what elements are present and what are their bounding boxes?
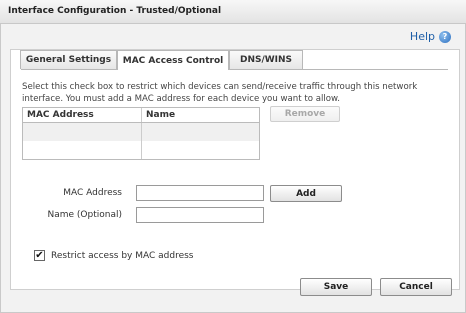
help-link[interactable]: Help ? [410, 30, 451, 43]
cancel-button-label: Cancel [399, 282, 433, 292]
save-button-label: Save [323, 282, 349, 292]
name-optional-label: Name (Optional) [47, 210, 123, 220]
dialog-body: Help ? General Settings MAC Access Contr… [0, 24, 466, 313]
mac-address-label: MAC Address [63, 188, 122, 198]
tab-mac-access-control[interactable]: MAC Access Control [117, 50, 229, 70]
description-text: Select this check box to restrict which … [22, 82, 418, 104]
window-title: Interface Configuration - Trusted/Option… [8, 6, 222, 16]
restrict-access-label[interactable]: Restrict access by MAC address [51, 251, 194, 261]
table-row [23, 123, 259, 141]
mac-access-tab-content: Select this check box to restrict which … [21, 69, 448, 269]
table-row [23, 141, 259, 159]
table-header: MAC Address Name [23, 108, 259, 123]
add-button[interactable]: Add [270, 185, 342, 202]
column-header-name[interactable]: Name [142, 108, 259, 122]
cancel-button[interactable]: Cancel [380, 278, 452, 296]
restrict-access-checkbox[interactable]: ✔ [34, 250, 45, 261]
tab-mac-access-control-label: MAC Access Control [122, 55, 224, 66]
tab-general-settings[interactable]: General Settings [20, 50, 117, 69]
mac-address-table: MAC Address Name [22, 107, 260, 160]
save-button[interactable]: Save [300, 278, 372, 296]
remove-button-label: Remove [284, 109, 326, 119]
tab-general-settings-label: General Settings [25, 55, 112, 65]
mac-address-input[interactable] [136, 185, 264, 201]
window-title-bar: Interface Configuration - Trusted/Option… [0, 0, 466, 24]
help-label[interactable]: Help [410, 30, 435, 43]
remove-button[interactable]: Remove [270, 106, 340, 122]
column-header-mac-address[interactable]: MAC Address [23, 108, 142, 122]
add-button-label: Add [296, 188, 316, 199]
tab-dns-wins[interactable]: DNS/WINS [229, 50, 303, 69]
checkmark-icon: ✔ [35, 249, 44, 261]
question-icon[interactable]: ? [439, 30, 451, 43]
name-input[interactable] [136, 207, 264, 223]
tab-dns-wins-label: DNS/WINS [239, 55, 293, 65]
